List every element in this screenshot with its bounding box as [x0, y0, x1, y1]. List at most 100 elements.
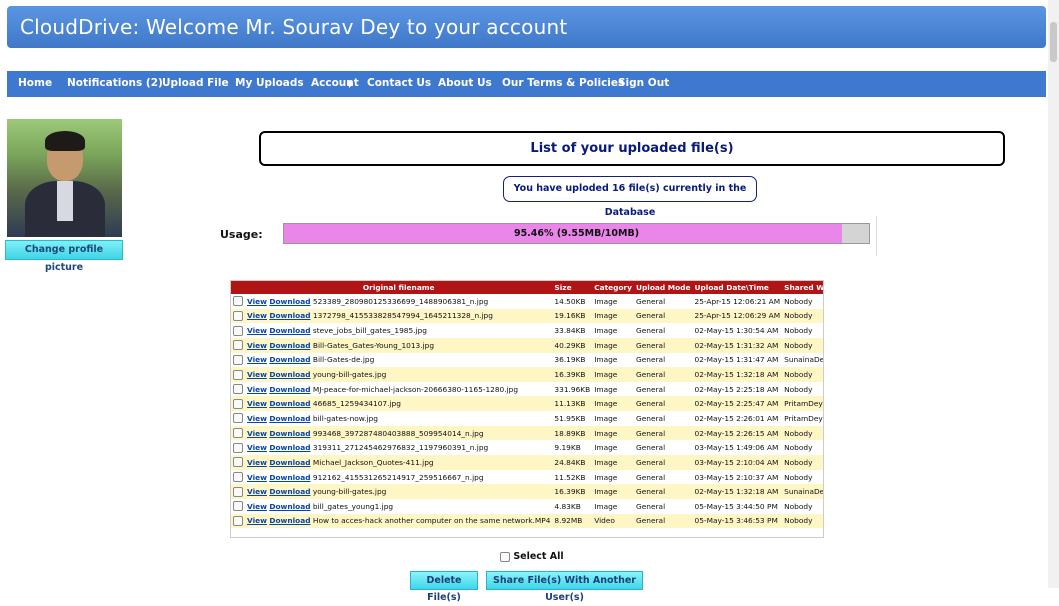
nav-terms-policies[interactable]: Our Terms & Policies: [502, 77, 624, 89]
upload-mode: General: [634, 513, 693, 529]
view-link[interactable]: View: [247, 297, 267, 306]
view-link[interactable]: View: [247, 458, 267, 467]
view-link[interactable]: View: [247, 399, 267, 408]
upload-mode: General: [634, 352, 693, 368]
row-checkbox[interactable]: [233, 501, 243, 512]
row-checkbox[interactable]: [233, 354, 243, 365]
upload-datetime: 03-May-15 2:10:37 AM: [692, 469, 783, 485]
view-link[interactable]: View: [247, 355, 267, 364]
download-link[interactable]: Download: [269, 341, 310, 350]
view-link[interactable]: View: [247, 370, 267, 379]
nav-sign-out[interactable]: Sign Out: [618, 77, 669, 89]
table-row: View Download 1372798_415533828547994_16…: [231, 308, 823, 324]
download-link[interactable]: Download: [269, 355, 310, 364]
row-select-cell: [231, 294, 245, 309]
view-link[interactable]: View: [247, 516, 267, 525]
row-checkbox[interactable]: [233, 413, 243, 424]
filename: Bill-Gates_Gates-Young_1013.jpg: [312, 340, 435, 350]
row-select-cell: [231, 469, 245, 485]
file-size: 16.39KB: [552, 367, 593, 382]
shared-with: Nobody: [782, 381, 823, 397]
view-link[interactable]: View: [247, 473, 267, 482]
select-all[interactable]: Select All: [500, 551, 564, 562]
download-link[interactable]: Download: [269, 429, 310, 438]
upload-datetime: 03-May-15 1:49:06 AM: [692, 440, 783, 456]
shared-with: SunainaDey: [782, 352, 823, 368]
divider: [876, 216, 877, 256]
view-link[interactable]: View: [247, 341, 267, 350]
file-size: 18.89KB: [552, 425, 593, 441]
view-link[interactable]: View: [247, 443, 267, 452]
nav-contact-us[interactable]: Contact Us: [367, 77, 431, 89]
download-link[interactable]: Download: [269, 414, 310, 423]
change-profile-picture-button[interactable]: Change profile picture: [5, 240, 123, 273]
shared-with: Nobody: [782, 469, 823, 485]
nav-my-uploads[interactable]: My Uploads: [235, 77, 304, 89]
table-row: View Download Michael_Jackson_Quotes-411…: [231, 455, 823, 470]
select-all-checkbox[interactable]: [500, 551, 510, 562]
view-link[interactable]: View: [247, 487, 267, 496]
row-checkbox[interactable]: [233, 340, 243, 351]
download-link[interactable]: Download: [269, 326, 310, 335]
scrollbar-thumb[interactable]: [1050, 22, 1057, 62]
file-category: Image: [592, 484, 634, 499]
download-link[interactable]: Download: [269, 297, 310, 306]
file-category: Image: [592, 337, 634, 353]
download-link[interactable]: Download: [269, 385, 310, 394]
upload-mode: General: [634, 455, 693, 470]
download-link[interactable]: Download: [269, 502, 310, 511]
table-row: View Download bill_gates_young1.jpg 4.83K…: [231, 498, 823, 514]
row-select-cell: [231, 440, 245, 456]
view-link[interactable]: View: [247, 311, 267, 320]
download-link[interactable]: Download: [269, 370, 310, 379]
nav-notifications[interactable]: Notifications (2): [67, 77, 163, 89]
row-checkbox[interactable]: [233, 472, 243, 482]
download-link[interactable]: Download: [269, 516, 310, 525]
row-checkbox[interactable]: [233, 457, 243, 468]
view-link[interactable]: View: [247, 385, 267, 394]
delete-files-button[interactable]: Delete File(s): [410, 571, 478, 603]
row-select-cell: [231, 396, 245, 412]
file-size: 9.19KB: [552, 440, 593, 456]
nav-upload-file[interactable]: Upload File: [162, 77, 229, 89]
row-checkbox[interactable]: [233, 442, 243, 453]
nav-home[interactable]: Home: [18, 77, 52, 89]
download-link[interactable]: Download: [269, 399, 310, 408]
filename-cell: View Download How to acces-hack another …: [245, 513, 553, 529]
filename: young-bill-gates.jpg: [312, 487, 387, 497]
row-checkbox[interactable]: [233, 486, 243, 497]
view-link[interactable]: View: [247, 502, 267, 511]
download-link[interactable]: Download: [269, 443, 310, 452]
view-link[interactable]: View: [247, 414, 267, 423]
row-checkbox[interactable]: [233, 369, 243, 380]
file-size: 33.84KB: [552, 323, 593, 338]
row-checkbox[interactable]: [233, 325, 243, 336]
table-row: View Download 993468_397287480403888_509…: [231, 425, 823, 441]
download-link[interactable]: Download: [269, 458, 310, 467]
row-select-cell: [231, 308, 245, 324]
row-checkbox[interactable]: [233, 310, 243, 321]
row-select-cell: [231, 513, 245, 529]
row-checkbox[interactable]: [233, 296, 243, 307]
file-size: 19.16KB: [552, 308, 593, 324]
view-link[interactable]: View: [247, 326, 267, 335]
nav-about-us[interactable]: About Us: [438, 77, 492, 89]
row-checkbox[interactable]: [233, 384, 243, 395]
download-link[interactable]: Download: [269, 311, 310, 320]
table-header-row: Original filename Size Category Upload M…: [231, 281, 823, 294]
file-size: 36.19KB: [552, 352, 593, 368]
download-link[interactable]: Download: [269, 473, 310, 482]
share-files-button[interactable]: Share File(s) With Another User(s): [486, 571, 643, 603]
file-size: 4.83KB: [552, 498, 593, 514]
upload-datetime: 02-May-15 1:31:32 AM: [692, 337, 783, 353]
view-link[interactable]: View: [247, 429, 267, 438]
row-checkbox[interactable]: [233, 398, 243, 409]
upload-mode: General: [634, 469, 693, 485]
page-scrollbar[interactable]: [1048, 0, 1059, 588]
row-checkbox[interactable]: [233, 515, 243, 526]
filename: steve_jobs_bill_gates_1985.jpg: [312, 326, 427, 336]
download-link[interactable]: Download: [269, 487, 310, 496]
row-checkbox[interactable]: [233, 428, 243, 439]
row-select-cell: [231, 381, 245, 397]
table-row: View Download 319311_271245462976832_119…: [231, 440, 823, 456]
